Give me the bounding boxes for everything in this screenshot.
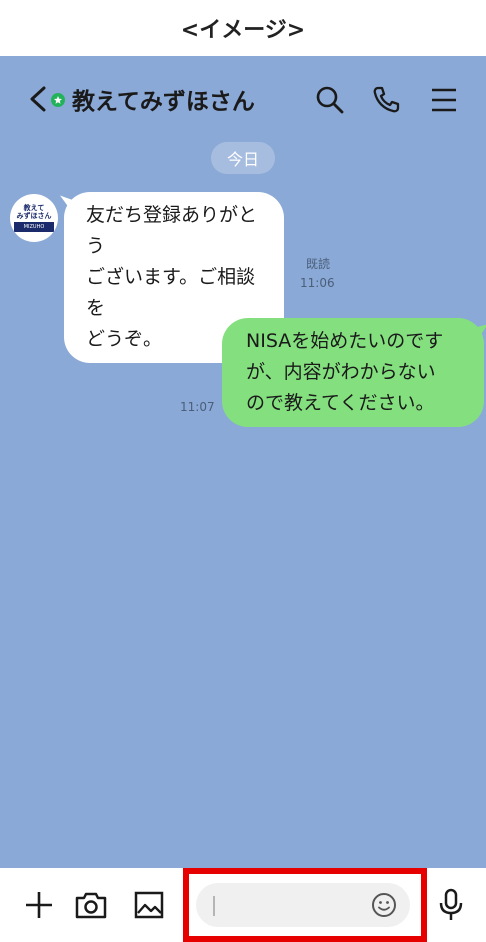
image-icon[interactable] xyxy=(130,886,168,924)
plus-icon[interactable] xyxy=(20,886,58,924)
page-caption: <イメージ> xyxy=(180,18,306,43)
avatar-line1: 教えて xyxy=(23,204,45,212)
emoji-icon[interactable] xyxy=(370,891,398,919)
date-separator: 今日 xyxy=(211,142,275,174)
phone-icon[interactable] xyxy=(368,82,404,118)
read-receipt: 既読 xyxy=(306,257,331,271)
camera-icon[interactable] xyxy=(72,886,110,924)
back-chevron-icon[interactable] xyxy=(26,83,50,115)
chat-screen: 教えてみずほさん 今日 教えて みずほさん MIZUHO 友だち登録ありがとう … xyxy=(0,56,486,868)
avatar-line2: みずほさん xyxy=(16,212,52,220)
chat-title: 教えてみずほさん xyxy=(72,89,255,115)
message-time: 11:07 xyxy=(180,400,215,414)
message-input-bar xyxy=(0,868,486,942)
chat-header: 教えてみずほさん xyxy=(0,56,486,142)
search-icon[interactable] xyxy=(312,82,348,118)
message-field[interactable] xyxy=(196,883,410,927)
verified-dot-icon xyxy=(51,93,65,107)
avatar-brand: MIZUHO xyxy=(14,222,54,232)
microphone-icon[interactable] xyxy=(432,886,470,924)
message-time: 11:06 xyxy=(300,276,335,290)
outgoing-message-bubble: NISAを始めたいのです が、内容がわからない ので教えてください。 xyxy=(222,318,484,427)
avatar[interactable]: 教えて みずほさん MIZUHO xyxy=(10,194,58,242)
message-input[interactable] xyxy=(212,889,366,923)
menu-icon[interactable] xyxy=(426,82,462,118)
